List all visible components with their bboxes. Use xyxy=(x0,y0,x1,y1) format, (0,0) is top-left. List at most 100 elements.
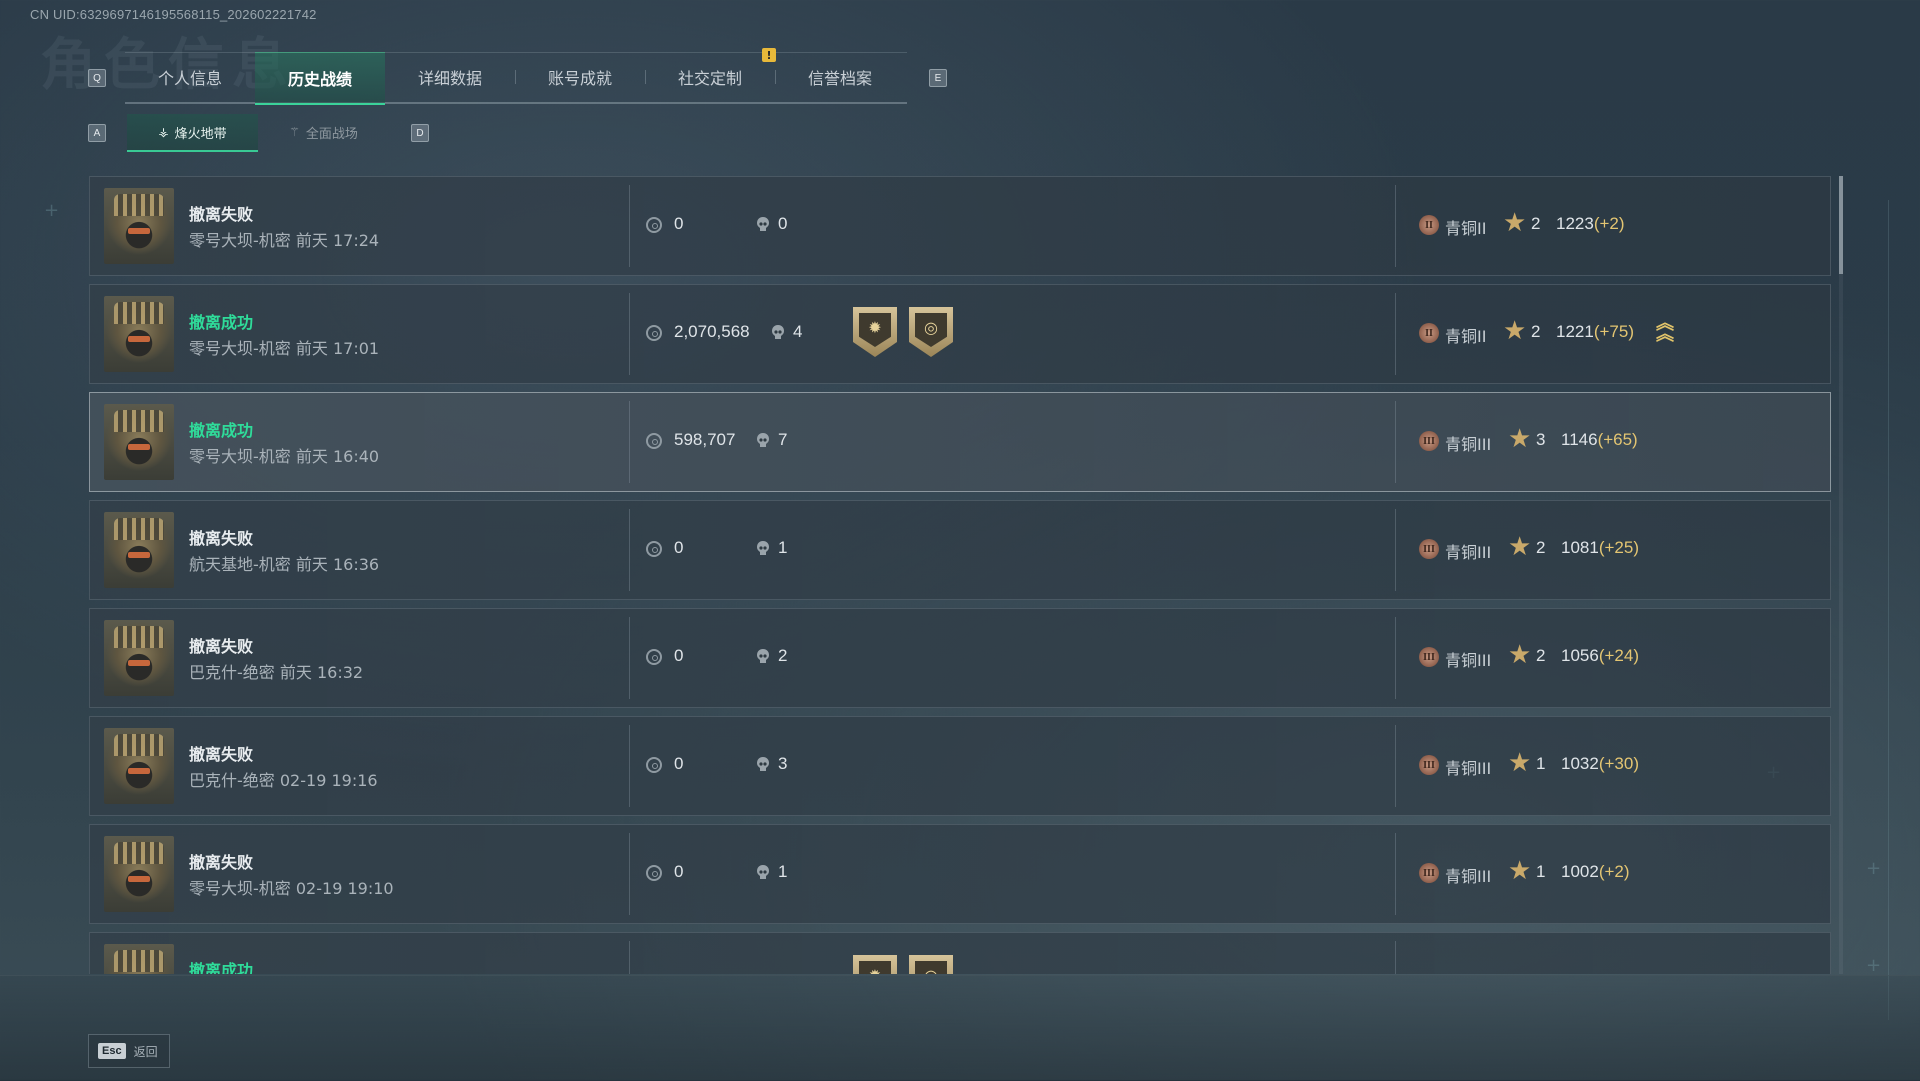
extraction-status: 撤离失败 xyxy=(189,637,254,656)
subtab-full-battlefield[interactable]: ⚚ 全面战场 xyxy=(258,114,389,150)
operator-avatar xyxy=(104,512,174,588)
star-count: 2 xyxy=(1531,322,1541,341)
star-icon: ★ xyxy=(1508,856,1532,886)
operator-avatar xyxy=(104,836,174,912)
subtab-label: 烽火地带 xyxy=(174,126,227,142)
subtab-hazard-zone[interactable]: ⚶ 烽火地带 xyxy=(127,114,258,152)
column-divider xyxy=(1395,509,1396,591)
back-label: 返回 xyxy=(133,1044,158,1059)
tab-social-custom[interactable]: 社交定制 xyxy=(645,52,775,102)
loot-value: 0 xyxy=(674,646,684,665)
bronze-rank-icon: III xyxy=(1419,863,1439,883)
map-name: 零号大坝-机密 xyxy=(189,231,291,250)
bronze-rank-icon: III xyxy=(1419,647,1439,667)
operator-avatar xyxy=(104,404,174,480)
match-row[interactable]: 撤离失败 巴克什-绝密 02-19 19:16 0 3 III 青铜III ★ 1 1032(+… xyxy=(89,716,1831,816)
match-row[interactable]: 撤离失败 巴克什-绝密 前天 16:32 0 2 III 青铜III ★ 2 1056(+24) xyxy=(89,608,1831,708)
rank-score: 1221(+75) xyxy=(1556,322,1634,342)
column-divider xyxy=(1395,617,1396,699)
match-time: 前天 17:01 xyxy=(295,339,380,358)
operator-avatar xyxy=(104,188,174,264)
skull-icon xyxy=(757,541,769,555)
operator-avatar xyxy=(104,728,174,804)
bronze-rank-icon: II xyxy=(1419,323,1439,343)
bronze-rank-icon: III xyxy=(1419,755,1439,775)
match-time: 前天 16:40 xyxy=(295,447,380,466)
match-meta: 航天基地-机密 前天 16:36 xyxy=(189,551,379,575)
match-row[interactable]: 撤离失败 零号大坝-机密 前天 17:24 0 0 II 青铜II ★ 2 1223(+2) xyxy=(89,176,1831,276)
column-divider xyxy=(629,725,630,807)
decor-plus: + xyxy=(1866,955,1882,976)
map-name: 巴克什-绝密 xyxy=(189,663,275,682)
sun-badge-icon[interactable]: ✹ xyxy=(853,307,897,357)
rank-name: 青铜III xyxy=(1445,651,1492,670)
tab-detailed-data[interactable]: 详细数据 xyxy=(385,52,515,102)
match-row[interactable]: 撤离失败 零号大坝-机密 02-19 19:10 0 1 III 青铜III ★ 1 1002(… xyxy=(89,824,1831,924)
rank-name: 青铜III xyxy=(1445,759,1492,778)
extraction-status: 撤离失败 xyxy=(189,529,254,548)
match-meta: 零号大坝-机密 前天 17:24 xyxy=(189,227,379,251)
tab-achievements[interactable]: 账号成就 xyxy=(515,52,645,102)
match-meta: 零号大坝-机密 02-19 19:10 xyxy=(189,875,394,899)
rank-score: 1146(+65) xyxy=(1561,430,1638,450)
rank-score: 1032(+30) xyxy=(1561,754,1639,774)
target-badge-icon[interactable]: ◎ xyxy=(909,307,953,357)
match-row[interactable]: 撤离成功 ✹ ◎ xyxy=(89,932,1831,974)
sun-badge-icon[interactable]: ✹ xyxy=(853,955,897,974)
rank-name: 青铜II xyxy=(1445,327,1487,346)
loot-value: 2,070,568 xyxy=(674,322,750,341)
match-time: 前天 17:24 xyxy=(295,231,380,250)
match-meta: 巴克什-绝密 02-19 19:16 xyxy=(189,767,378,791)
column-divider xyxy=(629,941,630,974)
score-delta: (+30) xyxy=(1598,754,1639,773)
rank-score: 1081(+25) xyxy=(1561,538,1639,558)
match-meta: 零号大坝-机密 前天 16:40 xyxy=(189,443,379,467)
extraction-status: 撤离失败 xyxy=(189,745,254,764)
back-button[interactable]: Esc 返回 xyxy=(88,1034,170,1068)
skull-icon xyxy=(757,757,769,771)
subtab-left-key-hint[interactable]: A xyxy=(88,124,106,142)
kill-count: 3 xyxy=(778,754,788,773)
scroll-thumb[interactable] xyxy=(1839,176,1843,274)
operator-avatar xyxy=(104,944,174,974)
rank-name: 青铜III xyxy=(1445,435,1492,454)
star-count: 3 xyxy=(1536,430,1546,449)
decor-plus: + xyxy=(1866,858,1882,879)
operator-avatar xyxy=(104,620,174,696)
extraction-status: 撤离成功 xyxy=(189,961,254,974)
map-name: 航天基地-机密 xyxy=(189,555,291,574)
column-divider xyxy=(1395,293,1396,375)
extraction-status: 撤离成功 xyxy=(189,313,254,332)
star-count: 2 xyxy=(1536,646,1546,665)
tab-match-history[interactable]: 历史战绩 xyxy=(255,52,385,105)
kill-count: 1 xyxy=(778,862,788,881)
battlefield-icon: ⚚ xyxy=(289,125,300,139)
match-row[interactable]: 撤离成功 零号大坝-机密 前天 16:40 598,707 7 III 青铜III ★ 3 11… xyxy=(89,392,1831,492)
kill-count: 7 xyxy=(778,430,788,449)
subtab-right-key-hint[interactable]: D xyxy=(411,124,429,142)
extraction-status: 撤离成功 xyxy=(189,421,254,440)
tab-right-key-hint[interactable]: E xyxy=(929,69,947,87)
column-divider xyxy=(629,833,630,915)
match-row[interactable]: 撤离成功 零号大坝-机密 前天 17:01 2,070,568 4 ✹ ◎ II 青铜II ★ 2… xyxy=(89,284,1831,384)
currency-icon xyxy=(646,865,662,881)
score-value: 1146 xyxy=(1561,430,1598,449)
score-delta: (+75) xyxy=(1593,322,1634,341)
tab-credit-record[interactable]: 信誉档案 xyxy=(775,52,905,102)
scroll-track[interactable] xyxy=(1839,176,1843,974)
rank-score: 1223(+2) xyxy=(1556,214,1625,234)
match-meta: 零号大坝-机密 前天 17:01 xyxy=(189,335,379,359)
star-icon: ★ xyxy=(1508,532,1532,562)
currency-icon xyxy=(646,433,662,449)
tab-left-key-hint[interactable]: Q xyxy=(88,69,106,87)
subtab-label: 全面战场 xyxy=(305,126,358,142)
loot-value: 0 xyxy=(674,538,684,557)
match-row[interactable]: 撤离失败 航天基地-机密 前天 16:36 0 1 III 青铜III ★ 2 1081(+25… xyxy=(89,500,1831,600)
tab-personal-info[interactable]: 个人信息 xyxy=(125,52,255,102)
score-delta: (+2) xyxy=(1593,214,1625,233)
loot-value: 0 xyxy=(674,862,684,881)
target-badge-icon[interactable]: ◎ xyxy=(909,955,953,974)
operator-avatar xyxy=(104,296,174,372)
rank-name: 青铜II xyxy=(1445,219,1487,238)
score-value: 1223 xyxy=(1556,214,1594,233)
